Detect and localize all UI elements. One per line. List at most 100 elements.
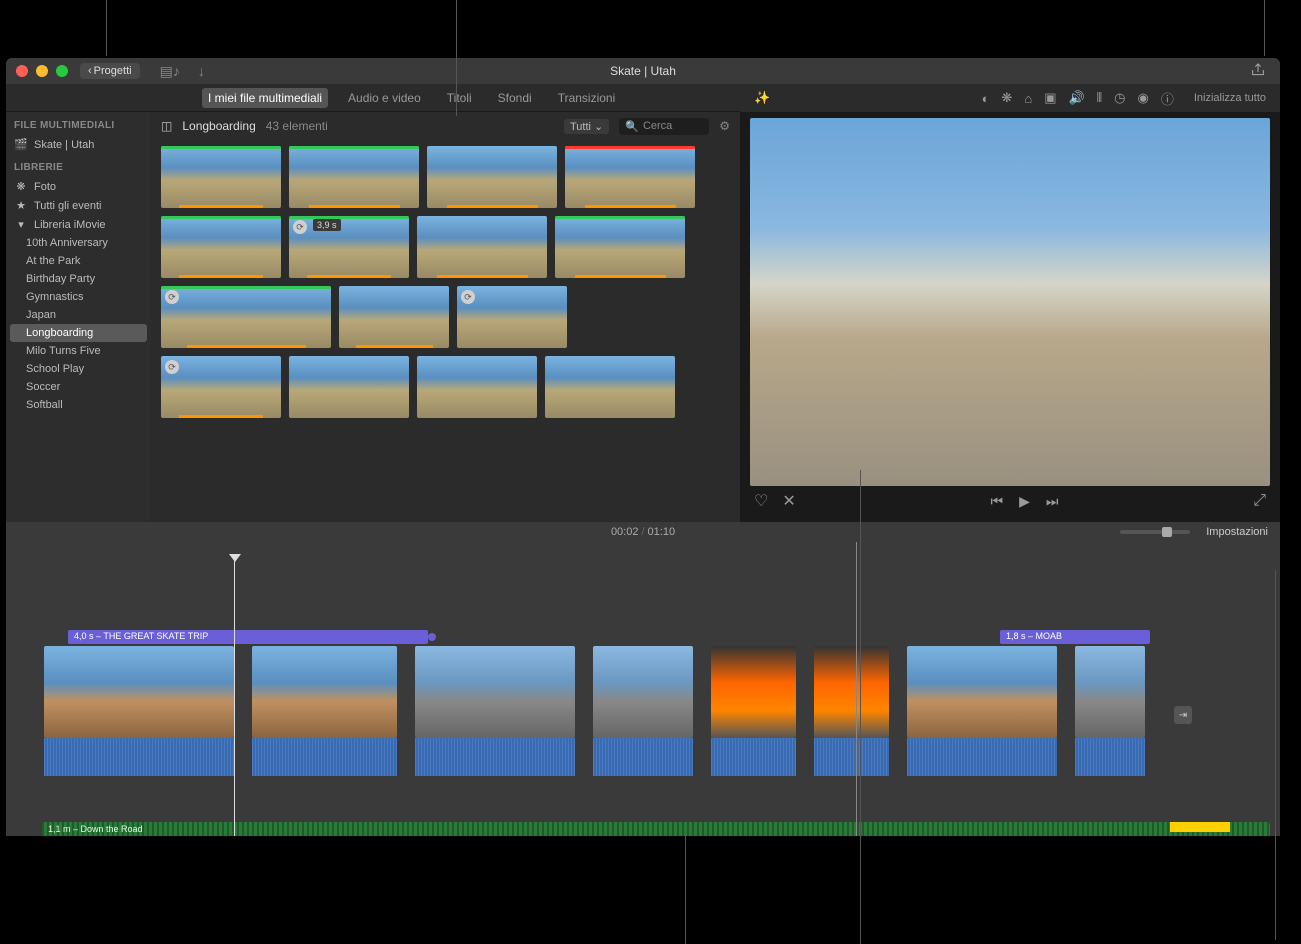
color-balance-icon[interactable]: ◐ — [982, 91, 990, 106]
sidebar-event-label: 10th Anniversary — [26, 237, 108, 249]
media-clip[interactable]: ⟳ — [161, 286, 331, 348]
volume-icon[interactable]: 🔊 — [1068, 90, 1084, 106]
media-clip[interactable] — [565, 146, 695, 208]
play-button[interactable]: ▶ — [1019, 493, 1030, 510]
gear-icon[interactable]: ⚙ — [719, 119, 730, 133]
import-media-icon[interactable]: ▤♪ — [160, 63, 180, 80]
tab-backgrounds[interactable]: Sfondi — [492, 88, 538, 108]
media-clip[interactable] — [545, 356, 675, 418]
sidebar-head-libraries: LIBRERIE — [6, 154, 151, 177]
sidebar-imovie-label: Libreria iMovie — [34, 219, 106, 231]
tab-titles[interactable]: Titoli — [441, 88, 478, 108]
browser-header: ◫ Longboarding 43 elementi Tutti ⌄ 🔍 Cer… — [151, 112, 740, 140]
timeline-audio-track[interactable]: 1,1 m – Down the Road — [42, 822, 1270, 836]
sidebar-event-label: Japan — [26, 309, 56, 321]
timeline-body[interactable]: 4,0 s – THE GREAT SKATE TRIP 1,8 s – MOA… — [6, 542, 1280, 836]
media-clip[interactable] — [161, 216, 281, 278]
chevron-left-icon: ‹ — [88, 65, 92, 77]
sidebar-project[interactable]: 🎬 Skate | Utah — [6, 135, 151, 154]
maximize-button[interactable] — [56, 65, 68, 77]
timeline-title-clip[interactable]: 1,8 s – MOAB — [1000, 630, 1150, 644]
media-clip[interactable] — [417, 216, 547, 278]
callout-line — [1275, 570, 1276, 940]
reject-icon[interactable]: ✕ — [782, 491, 795, 511]
sidebar-photos-label: Foto — [34, 181, 56, 193]
disclosure-icon: ▾ — [14, 218, 28, 231]
timeline-title-clip[interactable]: 4,0 s – THE GREAT SKATE TRIP — [68, 630, 428, 644]
zoom-slider[interactable] — [1120, 530, 1190, 534]
timeline-clip[interactable] — [1075, 646, 1145, 776]
sidebar-event[interactable]: Softball — [6, 396, 151, 414]
prev-button[interactable]: ⏮ — [990, 493, 1003, 510]
projects-back-button[interactable]: ‹ Progetti — [80, 63, 140, 79]
filter-icon[interactable]: ◉ — [1137, 90, 1148, 106]
favorite-icon[interactable]: ♡ — [754, 491, 768, 511]
sidebar-event[interactable]: Japan — [6, 306, 151, 324]
speed-icon[interactable]: ◷ — [1114, 90, 1125, 106]
app-window: ‹ Progetti ▤♪ ↓ Skate | Utah I miei file… — [6, 58, 1280, 836]
timeline-clip[interactable] — [711, 646, 796, 776]
callout-line — [860, 470, 861, 944]
timeline-clip[interactable] — [814, 646, 889, 776]
media-clip[interactable] — [289, 146, 419, 208]
media-clip[interactable] — [555, 216, 685, 278]
sidebar-toggle-icon[interactable]: ◫ — [161, 119, 172, 133]
timeline-settings-button[interactable]: Impostazioni — [1206, 526, 1268, 538]
sidebar-imovie-library[interactable]: ▾ Libreria iMovie — [6, 215, 151, 234]
sidebar-event[interactable]: Soccer — [6, 378, 151, 396]
color-correction-icon[interactable]: ❋ — [1001, 90, 1012, 106]
search-placeholder: Cerca — [643, 120, 672, 132]
sidebar-event[interactable]: Milo Turns Five — [6, 342, 151, 360]
timeline-clip[interactable] — [593, 646, 693, 776]
stabilize-icon[interactable]: ▣ — [1044, 90, 1056, 106]
sidebar-all-events[interactable]: ★ Tutti gli eventi — [6, 196, 151, 215]
callout-line — [685, 836, 686, 944]
search-icon: 🔍 — [625, 120, 639, 133]
info-icon[interactable]: ⓘ — [1161, 89, 1174, 108]
media-clip[interactable] — [417, 356, 537, 418]
download-icon[interactable]: ↓ — [198, 63, 205, 80]
sidebar-event[interactable]: At the Park — [6, 252, 151, 270]
sidebar-event[interactable]: School Play — [6, 360, 151, 378]
close-button[interactable] — [16, 65, 28, 77]
tab-transitions[interactable]: Transizioni — [552, 88, 622, 108]
sidebar-event-selected[interactable]: Longboarding — [10, 324, 147, 342]
preview-viewer[interactable] — [750, 118, 1270, 486]
sidebar-event[interactable]: 10th Anniversary — [6, 234, 151, 252]
search-field[interactable]: 🔍 Cerca — [619, 118, 709, 135]
clapper-icon: 🎬 — [14, 138, 28, 151]
projects-label: Progetti — [94, 65, 132, 77]
tab-my-media[interactable]: I miei file multimediali — [202, 88, 328, 108]
time-current: 00:02 — [611, 526, 639, 538]
reset-all-button[interactable]: Inizializza tutto — [1194, 92, 1266, 104]
media-clip[interactable] — [161, 146, 281, 208]
minimize-button[interactable] — [36, 65, 48, 77]
timeline-clip[interactable] — [415, 646, 575, 776]
sidebar-photos[interactable]: ❋ Foto — [6, 177, 151, 196]
timeline-clip[interactable] — [44, 646, 234, 776]
share-button[interactable] — [1250, 62, 1266, 81]
fullscreen-icon[interactable]: ⤢ — [1253, 492, 1266, 510]
media-clip[interactable]: ⟳ — [161, 356, 281, 418]
media-clip[interactable] — [427, 146, 557, 208]
sidebar-event[interactable]: Gymnastics — [6, 288, 151, 306]
equalizer-icon[interactable]: ⫴ — [1097, 90, 1102, 106]
tab-audio-video[interactable]: Audio e video — [342, 88, 427, 108]
media-clip[interactable]: ⟳3,9 s — [289, 216, 409, 278]
media-clip[interactable] — [289, 356, 409, 418]
timeline-clip[interactable] — [907, 646, 1057, 776]
timeline-clip[interactable] — [252, 646, 397, 776]
media-clip[interactable] — [339, 286, 449, 348]
crop-icon[interactable]: ⌂ — [1024, 91, 1032, 106]
titlebar: ‹ Progetti ▤♪ ↓ Skate | Utah — [6, 58, 1280, 84]
callout-line — [456, 0, 457, 116]
playhead[interactable] — [234, 560, 235, 836]
callout-line — [1264, 0, 1265, 56]
audio-track-label: 1,1 m – Down the Road — [48, 824, 143, 834]
next-button[interactable]: ⏭ — [1046, 493, 1059, 510]
filter-dropdown[interactable]: Tutti ⌄ — [564, 119, 609, 134]
sidebar-event[interactable]: Birthday Party — [6, 270, 151, 288]
media-clip[interactable]: ⟳ — [457, 286, 567, 348]
sidebar-event-label: School Play — [26, 363, 84, 375]
enhance-icon[interactable]: ✨ — [754, 90, 770, 106]
